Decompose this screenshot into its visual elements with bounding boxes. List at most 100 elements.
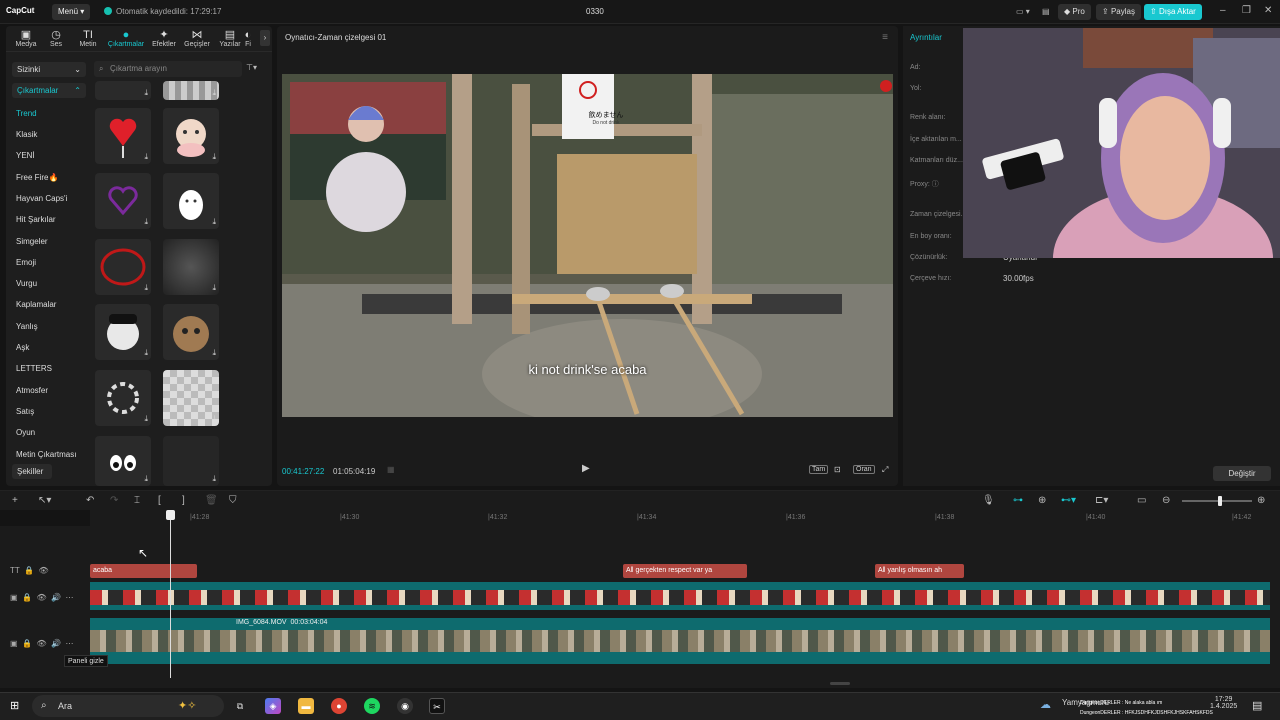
share-button[interactable]: ⇪ Paylaş xyxy=(1096,4,1141,20)
chrome-icon[interactable]: ● xyxy=(331,698,347,714)
link-icon[interactable]: ⊕ xyxy=(1038,495,1046,506)
category-item[interactable]: Satış xyxy=(16,407,34,416)
sticker-thumb[interactable]: ⤓ xyxy=(95,239,151,295)
full-quality-button[interactable]: Tam xyxy=(809,465,829,474)
sticker-thumb[interactable]: ⤓ xyxy=(163,370,219,426)
microphone-icon[interactable]: 🎙 xyxy=(982,495,995,506)
sticker-thumb[interactable]: ⤓ xyxy=(163,304,219,360)
layout-icon[interactable]: ▭ ▾ xyxy=(1010,4,1036,20)
text-clip[interactable]: acaba xyxy=(90,564,197,578)
split-icon[interactable]: ⌶ xyxy=(134,495,140,506)
fullscreen-icon[interactable]: ⤢ xyxy=(882,465,888,475)
sticker-thumb[interactable]: ⤓ xyxy=(163,436,219,486)
obs-icon[interactable]: ◉ xyxy=(397,698,413,714)
category-item[interactable]: Oyun xyxy=(16,428,35,437)
capcut-taskbar-icon[interactable]: ✂ xyxy=(429,698,445,714)
volume-icon[interactable]: 🔊 xyxy=(51,593,61,602)
category-item[interactable]: Klasik xyxy=(16,130,37,139)
category-item[interactable]: Atmosfer xyxy=(16,386,48,395)
player-menu-icon[interactable]: ≡ xyxy=(882,32,888,43)
category-item[interactable]: LETTERS xyxy=(16,364,52,373)
copilot-icon[interactable]: ◈ xyxy=(265,698,281,714)
snapshot-icon[interactable]: ⊡ xyxy=(834,465,841,474)
more-icon[interactable]: ⋯ xyxy=(65,593,73,602)
playhead-handle[interactable] xyxy=(166,510,175,520)
split-left-icon[interactable]: [ xyxy=(158,495,161,506)
tab-stickers[interactable]: ● Çıkartmalar xyxy=(105,29,147,48)
sticker-thumb[interactable]: ⤓ xyxy=(95,436,151,486)
sticker-thumb[interactable]: ⤓ xyxy=(163,239,219,295)
change-button[interactable]: Değiştir xyxy=(1213,466,1271,481)
maximize-icon[interactable]: ❐ xyxy=(1242,5,1251,16)
export-button[interactable]: ⇧ Dışa Aktar xyxy=(1144,4,1202,20)
add-track-icon[interactable]: + xyxy=(12,495,18,506)
redo-icon[interactable]: ↷ xyxy=(110,495,118,506)
select-tool-icon[interactable]: ↖▾ xyxy=(38,495,51,506)
sticker-search-input[interactable]: ⌕ Çıkartma arayın xyxy=(94,61,242,77)
sticker-thumb[interactable]: ⤓ xyxy=(95,304,151,360)
split-right-icon[interactable]: ] xyxy=(182,495,185,506)
sticker-thumb[interactable]: ⤓ xyxy=(95,370,151,426)
close-icon[interactable]: ✕ xyxy=(1264,5,1272,16)
thumbnail-icon[interactable]: ▭ xyxy=(1137,495,1146,506)
category-item[interactable]: Yanlış xyxy=(16,322,38,331)
file-explorer-icon[interactable]: ▬ xyxy=(298,698,314,714)
more-icon[interactable]: ⋯ xyxy=(65,639,73,648)
zoom-slider[interactable] xyxy=(1182,500,1252,502)
category-item[interactable]: Aşk xyxy=(16,343,29,352)
category-group-stickers[interactable]: Çıkartmalar ⌃ xyxy=(12,83,86,98)
pro-button[interactable]: ◆ Pro xyxy=(1058,4,1091,20)
category-item[interactable]: Simgeler xyxy=(16,237,48,246)
timeline-scrollbar[interactable] xyxy=(830,682,850,685)
timeline-ruler[interactable]: |41:28 |41:30 |41:32 |41:34 |41:36 |41:3… xyxy=(90,510,1280,526)
sticker-thumb[interactable]: ⤓ xyxy=(163,81,219,100)
video-preview[interactable]: 飲めません Do not drink ki not drink'se acaba xyxy=(282,74,893,417)
tab-filters[interactable]: ◐ Fi xyxy=(238,29,258,48)
timeline-grid-icon[interactable]: ▦ xyxy=(387,465,395,474)
category-item[interactable]: Hit Şarkılar xyxy=(16,215,56,224)
lock-icon[interactable]: 🔒 xyxy=(24,566,34,575)
category-item[interactable]: Vurgu xyxy=(16,279,37,288)
spotify-icon[interactable]: ≋ xyxy=(364,698,380,714)
eye-icon[interactable]: 👁 xyxy=(39,566,49,575)
play-icon[interactable]: ▶ xyxy=(582,463,590,474)
menu-button[interactable]: Menü ▾ xyxy=(52,4,91,20)
undo-icon[interactable]: ↶ xyxy=(86,495,94,506)
scope-select[interactable]: Sizinki ⌄ xyxy=(12,62,86,77)
category-item[interactable]: YENİ xyxy=(16,151,35,160)
minimize-icon[interactable]: – xyxy=(1220,5,1226,16)
tabs-scroll-right-icon[interactable]: › xyxy=(260,30,270,46)
magnet-icon[interactable]: ⊶ xyxy=(1013,495,1023,506)
lock-icon[interactable]: 🔒 xyxy=(22,593,32,602)
sticker-thumb[interactable]: ⤓ xyxy=(95,173,151,229)
category-item[interactable]: Şekiller xyxy=(12,464,52,479)
shield-icon[interactable]: ⛉ xyxy=(229,495,237,506)
filter-icon[interactable]: ⊤▾ xyxy=(246,63,257,72)
task-view-icon[interactable]: ⧉ xyxy=(232,698,248,714)
category-item[interactable]: Trend xyxy=(16,109,37,118)
sticker-thumb[interactable]: ⤓ xyxy=(95,81,151,100)
delete-icon[interactable]: 🗑 xyxy=(205,495,218,506)
ratio-button[interactable]: Oran xyxy=(853,465,875,474)
tab-text[interactable]: TI Metin xyxy=(68,29,108,48)
notification-icon[interactable]: ▤ xyxy=(1252,699,1262,712)
text-clip[interactable]: Aǁ yanlış olmasın ah xyxy=(875,564,964,578)
category-item[interactable]: Hayvan Caps'i xyxy=(16,194,67,203)
eye-icon[interactable]: 👁 xyxy=(36,639,46,648)
taskbar-clock[interactable]: 17:29 1.4.2025 xyxy=(1210,696,1237,710)
text-clip[interactable]: Aǁ gerçekten respect var ya xyxy=(623,564,747,578)
sticker-thumb[interactable]: ⤓ xyxy=(163,108,219,164)
taskbar-search[interactable]: ⌕ Ara ✦✧ xyxy=(32,695,224,717)
preview-axis-icon[interactable]: ⊷▾ xyxy=(1061,495,1076,506)
sticker-thumb[interactable]: ⤓ xyxy=(95,108,151,164)
zoom-in-icon[interactable]: ⊕ xyxy=(1257,495,1265,506)
playhead[interactable] xyxy=(170,510,171,678)
windows-start-icon[interactable]: ⊞ xyxy=(10,699,19,712)
sticker-thumb[interactable]: ⤓ xyxy=(163,173,219,229)
volume-icon[interactable]: 🔊 xyxy=(51,639,61,648)
category-item[interactable]: Metin Çıkartması xyxy=(16,450,76,459)
category-item[interactable]: Emoji xyxy=(16,258,36,267)
caption-icon[interactable]: ⊏▾ xyxy=(1095,495,1108,506)
zoom-slider-handle[interactable] xyxy=(1218,496,1222,506)
eye-icon[interactable]: 👁 xyxy=(36,593,46,602)
